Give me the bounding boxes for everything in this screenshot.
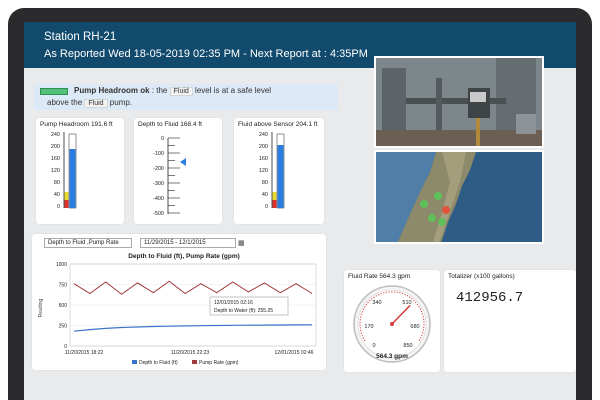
x-tick-label: 12/01/2015 02:46 (275, 350, 314, 356)
tick-label: 120 (51, 168, 60, 174)
metric-select[interactable]: Depth to Fluid ,Pump Rate (44, 238, 132, 248)
fluid-above-sensor-card: Fluid above Sensor 204.1 ft 240 200 160 … (234, 118, 324, 224)
fluid-tag: Fluid (84, 99, 108, 108)
dial-tick: 0 (372, 343, 375, 349)
pump-rate-dial: 170 340 510 680 850 0 564.3 gpm (353, 285, 431, 363)
tick-label: 0 (57, 204, 60, 210)
map-marker-icon[interactable] (428, 214, 436, 222)
x-tick-label: 11/20/2015 22:23 (171, 350, 210, 356)
dial-tick: 510 (402, 300, 411, 306)
status-led-icon (40, 88, 68, 95)
metric-select-value: Depth to Fluid ,Pump Rate (48, 240, 119, 246)
totalizer-title: Totalizer (x100 gallons) (448, 273, 515, 280)
status-line-2: above the Fluid pump. (47, 98, 132, 108)
tick-label: 200 (259, 144, 268, 150)
pump-headroom-gauge: 240 200 160 120 80 40 0 (51, 132, 77, 210)
tick-label: 200 (51, 144, 60, 150)
tooltip-line: 12/01/2015 02:16 (214, 300, 253, 306)
map-image (376, 152, 542, 242)
map-marker-icon[interactable] (420, 200, 428, 208)
legend-label: Pump Rate (gpm) (199, 360, 239, 366)
tick-label: 0 (265, 204, 268, 210)
level-fill (69, 149, 76, 208)
tick-label: 160 (51, 156, 60, 162)
tick-label: -100 (153, 151, 164, 157)
fluid-tag: Fluid (169, 87, 193, 96)
dial-tick: 850 (403, 343, 412, 349)
tooltip-line: Depth to Water (ft): 255.25 (214, 308, 273, 314)
dial-tick: 340 (372, 300, 381, 306)
tick-label: 240 (51, 132, 60, 138)
map-marker-icon[interactable] (434, 192, 442, 200)
trend-chart: Depth to Fluid (ft), Pump Rate (gpm) Rea… (38, 253, 317, 366)
level-fill (277, 145, 284, 208)
chart-title: Depth to Fluid (ft), Pump Rate (gpm) (128, 253, 240, 260)
status-banner: Pump Headroom ok : the Fluid level is at… (34, 84, 338, 110)
dashboard-screen: Station RH-21 As Reported Wed 18-05-2019… (24, 22, 576, 400)
legend-label: Depth to Fluid (ft) (139, 360, 178, 366)
x-tick-label: 11/20/2015 18:22 (65, 350, 104, 356)
tick-label: 40 (262, 192, 268, 198)
legend-swatch (132, 360, 137, 364)
tick-label: 0 (161, 136, 164, 142)
tick-label: 160 (259, 156, 268, 162)
station-photo (374, 56, 544, 148)
pump-rate-series (73, 280, 313, 295)
alarm-zone (272, 200, 277, 208)
map-marker-icon[interactable] (438, 218, 446, 226)
dial-tick: 680 (410, 324, 419, 330)
y-tick-label: 250 (59, 324, 68, 330)
tick-label: 80 (262, 180, 268, 186)
tick-label: 240 (259, 132, 268, 138)
y-tick-label: 1000 (56, 262, 67, 268)
y-tick-label: 750 (59, 283, 68, 289)
status-text: level is at a safe level (195, 86, 272, 95)
depth-series (73, 324, 313, 332)
warn-zone (272, 192, 277, 200)
fluid-above-sensor-gauge: 240 200 160 120 80 40 0 (259, 132, 285, 210)
legend-swatch (192, 360, 197, 364)
station-title: Station RH-21 (44, 31, 117, 43)
pump-headroom-card: Pump Headroom 191.6 ft 240 200 160 120 8… (36, 118, 124, 224)
level-pointer-icon (180, 158, 186, 166)
tick-label: -500 (153, 211, 164, 217)
date-range-value: 11/29/2015 - 12/1/2015 (144, 240, 206, 246)
status-line-1: Pump Headroom ok : the Fluid level is at… (74, 86, 271, 96)
depth-to-fluid-gauge: 0 -100 -200 -300 -400 -500 (153, 136, 186, 217)
totalizer-card: Totalizer (x100 gallons) 412956.7 (444, 270, 576, 372)
tick-label: 80 (54, 180, 60, 186)
tick-label: -200 (153, 166, 164, 172)
map-marker-icon[interactable] (442, 206, 450, 214)
report-timestamp: As Reported Wed 18-05-2019 02:35 PM - Ne… (44, 48, 368, 60)
alarm-zone (64, 200, 69, 208)
y-axis-label: Reading (38, 298, 44, 317)
status-headline: Pump Headroom ok (74, 86, 150, 95)
station-photo-image (376, 58, 542, 146)
depth-to-fluid-card: Depth to Fluid 168.4 ft 0 -100 -200 -300… (134, 118, 222, 224)
totalizer-value: 412956.7 (456, 290, 524, 306)
tick-label: 120 (259, 168, 268, 174)
tick-label: -300 (153, 181, 164, 187)
pump-rate-card: Fluid Rate 564.3 gpm 170 340 510 680 850… (344, 270, 440, 372)
trend-chart-card: Depth to Fluid ,Pump Rate 11/29/2015 - 1… (32, 234, 326, 370)
pump-rate-readout: 564.3 gpm (376, 353, 408, 360)
tick-label: 40 (54, 192, 60, 198)
status-text: : the (151, 86, 168, 95)
calendar-icon[interactable]: ▦ (238, 239, 245, 247)
date-range-input[interactable]: 11/29/2015 - 12/1/2015 (140, 238, 236, 248)
status-text: above the (47, 98, 83, 107)
tick-label: -400 (153, 196, 164, 202)
warn-zone (64, 192, 69, 200)
y-tick-label: 500 (59, 303, 68, 309)
station-map[interactable] (374, 150, 544, 244)
dial-tick: 170 (364, 324, 373, 330)
status-text: pump. (109, 98, 133, 107)
